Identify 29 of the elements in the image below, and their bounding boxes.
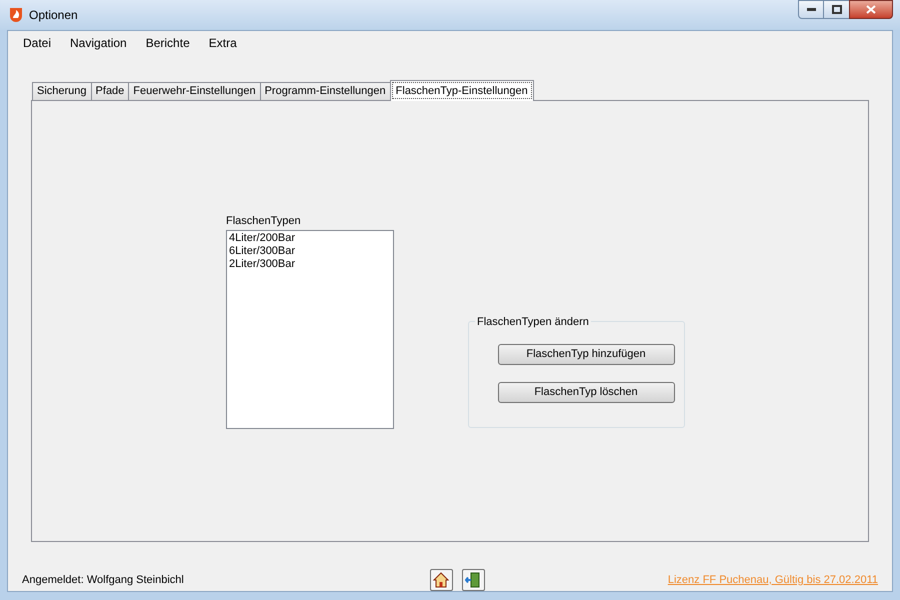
flame-logo-icon xyxy=(8,6,24,22)
list-item[interactable]: 2Liter/300Bar xyxy=(229,258,391,272)
list-item[interactable]: 6Liter/300Bar xyxy=(229,245,391,258)
menu-item[interactable]: Datei xyxy=(23,34,52,52)
maximize-icon xyxy=(832,5,842,14)
menu-item[interactable]: Extra xyxy=(208,34,237,52)
list-box[interactable]: 4Liter/200Bar 6Liter/300Bar 2Liter/300Bar xyxy=(226,230,394,430)
list-label: FlaschenTypen xyxy=(226,214,302,229)
menu-item[interactable]: Navigation xyxy=(70,34,127,52)
exit-button[interactable] xyxy=(462,569,484,591)
logged-in-user: Angemeldet: Wolfgang Steinbichl xyxy=(22,572,185,588)
tab[interactable]: Pfade xyxy=(90,82,128,100)
tab[interactable]: Programm-Einstellungen xyxy=(260,82,390,100)
minimize-icon xyxy=(806,8,816,11)
action-button[interactable]: FlaschenTyp löschen xyxy=(498,382,674,403)
action-button[interactable]: FlaschenTyp hinzufügen xyxy=(498,344,674,365)
close-button[interactable] xyxy=(849,0,893,19)
minimize-button[interactable] xyxy=(798,0,824,19)
home-button[interactable] xyxy=(430,569,452,591)
exit-door-icon xyxy=(465,572,481,588)
window-title: Optionen xyxy=(29,7,78,24)
tab[interactable]: Feuerwehr-Einstellungen xyxy=(128,82,260,100)
menu-item[interactable]: Berichte xyxy=(146,34,190,52)
house-icon xyxy=(433,572,449,588)
maximize-button[interactable] xyxy=(824,0,849,19)
close-icon xyxy=(866,5,876,14)
tab[interactable]: FlaschenTyp-Einstellungen xyxy=(390,80,534,101)
tab[interactable]: Sicherung xyxy=(32,82,91,100)
list-item[interactable]: 4Liter/200Bar xyxy=(229,232,391,246)
